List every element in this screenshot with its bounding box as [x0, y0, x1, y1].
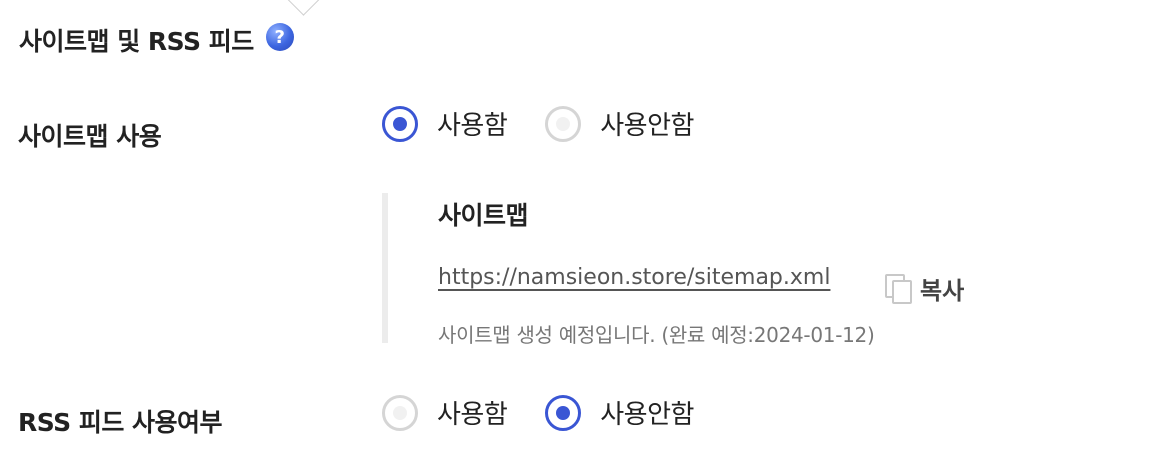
sitemap-use-radio[interactable]: 사용함 — [382, 105, 508, 142]
copy-icon — [885, 273, 912, 304]
radio-label: 사용안함 — [600, 111, 694, 141]
sitemap-detail-panel: 사이트맵 https://namsieon.store/sitemap.xml … — [382, 193, 1028, 347]
copy-label: 복사 — [920, 277, 965, 305]
sitemap-usage-radio-group: 사용함 사용안함 — [382, 105, 694, 142]
radio-label: 사용함 — [437, 111, 508, 141]
rss-use-radio[interactable]: 사용함 — [382, 394, 508, 431]
help-icon[interactable]: ? — [265, 23, 294, 51]
radio-selected-icon[interactable] — [382, 105, 418, 142]
radio-label: 사용안함 — [600, 400, 694, 430]
section-title: 사이트맵 및 RSS 피드 — [19, 27, 254, 56]
section-header: 사이트맵 및 RSS 피드 ? — [19, 22, 294, 58]
copy-button[interactable]: 복사 — [884, 271, 964, 306]
rss-usage-label: RSS 피드 사용여부 — [18, 408, 223, 437]
tooltip-pointer — [287, 0, 320, 16]
sitemap-usage-label: 사이트맵 사용 — [18, 122, 162, 151]
radio-selected-icon[interactable] — [545, 394, 582, 431]
rss-usage-radio-group: 사용함 사용안함 — [382, 394, 694, 431]
rss-nouse-radio[interactable]: 사용안함 — [545, 394, 694, 431]
sitemap-status-text: 사이트맵 생성 예정입니다. (완료 예정:2024-01-12) — [438, 323, 875, 347]
sitemap-subtitle: 사이트맵 — [438, 201, 529, 230]
sitemap-url-link[interactable]: https://namsieon.store/sitemap.xml — [438, 265, 830, 290]
radio-unselected-icon[interactable] — [545, 105, 582, 142]
radio-unselected-icon[interactable] — [382, 394, 418, 431]
sitemap-nouse-radio[interactable]: 사용안함 — [545, 105, 694, 142]
radio-label: 사용함 — [437, 400, 508, 430]
